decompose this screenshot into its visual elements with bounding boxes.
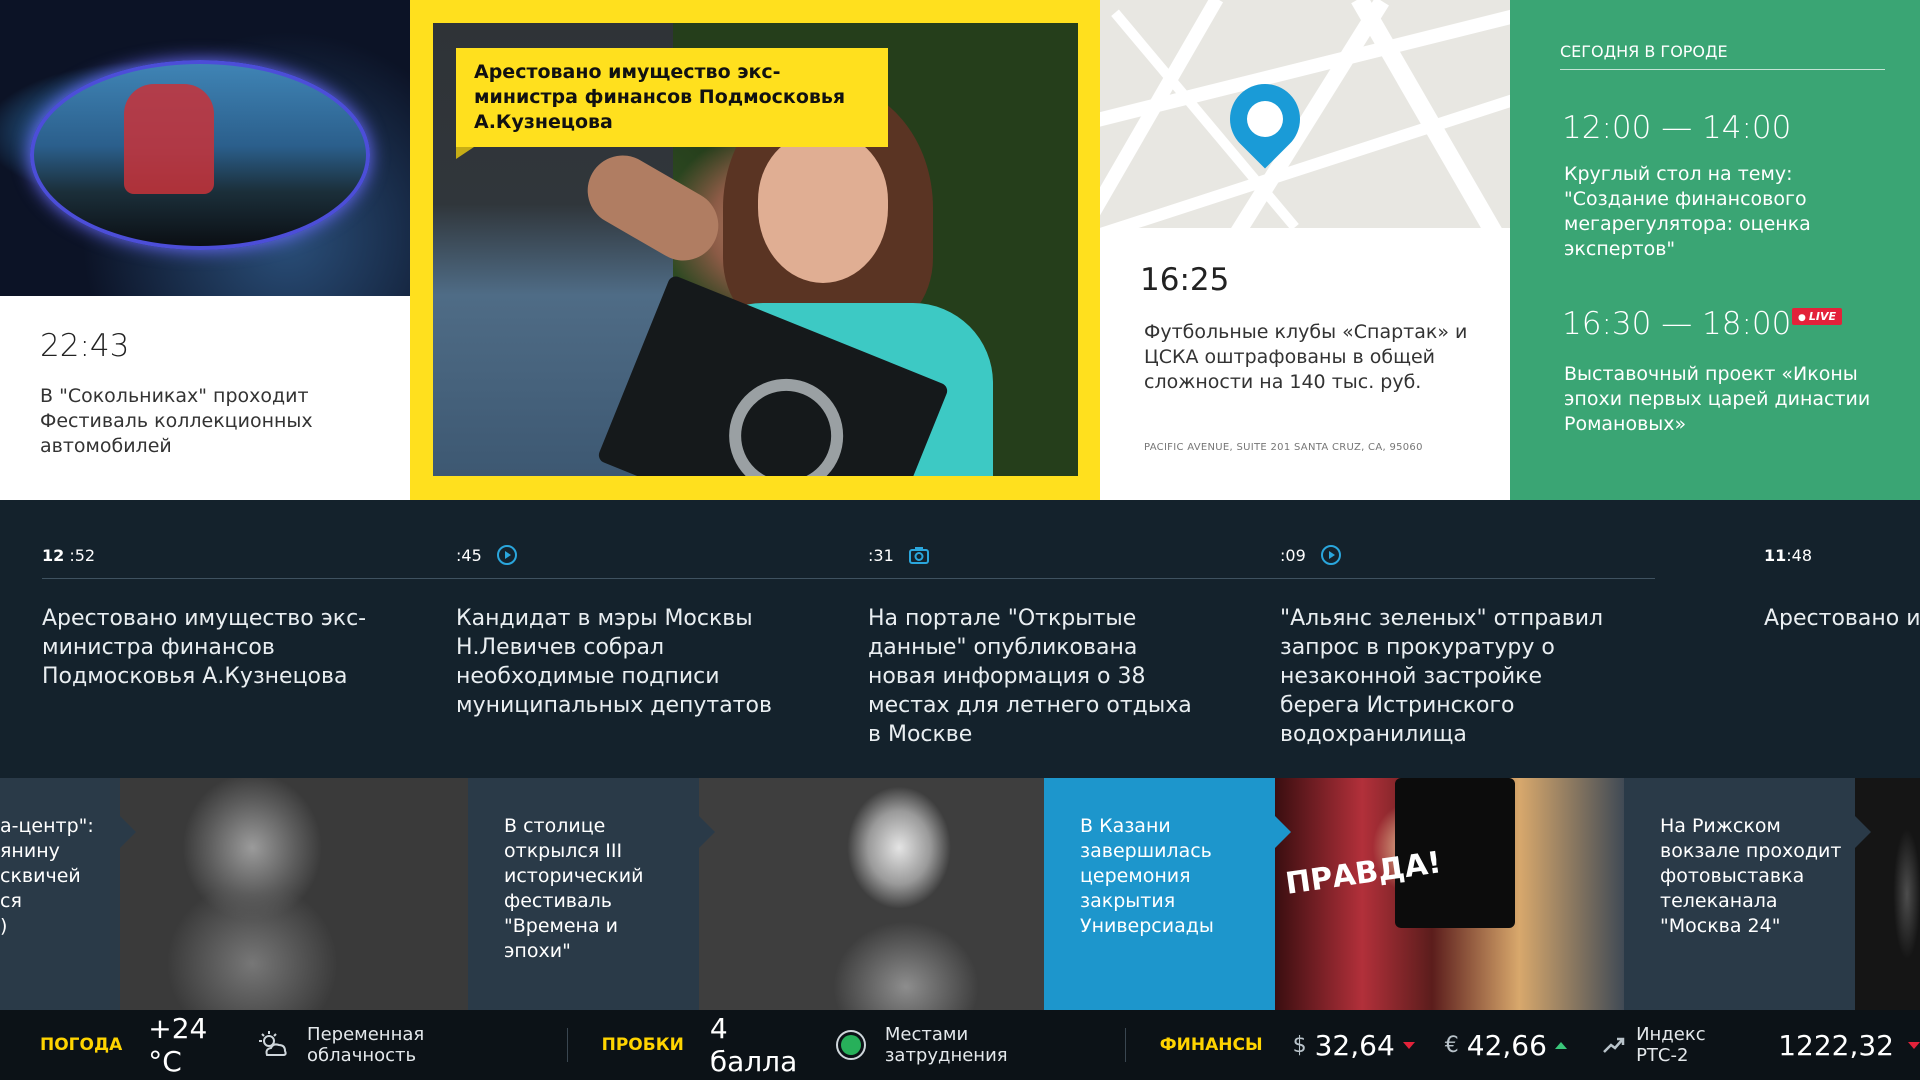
ticker-text: Кандидат в мэры Москвы Н.Левичев собрал … [456,606,772,718]
news-card-text: В "Сокольниках" проходит Фестиваль колле… [40,385,313,457]
cloudy-sun-icon [257,1029,289,1061]
traffic-light-icon [835,1029,867,1061]
city-events-title: СЕГОДНЯ В ГОРОДЕ [1560,42,1885,70]
ticker-item[interactable]: 12 :52 Арестовано имущество экс-министра… [42,540,372,691]
strip-photo-studio[interactable]: ПРАВДА! [1275,778,1624,1010]
ticker-item[interactable]: 11:48 Арестовано имущество экс-министра … [1764,540,1920,633]
ticker-timestamp: :31 [868,540,1198,570]
news-card-football[interactable]: 16:25 Футбольные клубы «Спартак» и ЦСКА … [1100,0,1510,500]
strip-arrow [120,816,136,848]
trend-up-icon [1554,1041,1567,1049]
divider [1124,1028,1126,1062]
map-thumbnail[interactable] [1100,0,1510,228]
strip-text: а-центр": янину сквичей ся ) [0,815,94,937]
strip-photo-tattoo[interactable] [120,778,468,1010]
strip-text-partial[interactable]: а-центр": янину сквичей ся ) [0,778,136,1010]
traffic-label: ПРОБКИ [601,1035,684,1055]
index-value: 1222,32 [1778,1028,1894,1062]
ticker-text: Арестовано имущество экс-министра финанс… [1764,606,1920,631]
event-time: 12:00 — 14:00 [1562,110,1792,146]
strip-item[interactable]: На Рижском вокзале проходит фотовыставка… [1624,778,1871,1010]
ticker-minute: :09 [1280,545,1306,565]
featured-news-card[interactable]: Арестовано имущество экс-министра финанс… [410,0,1100,500]
strip-item[interactable]: В столице открылся III исторический фест… [468,778,715,1010]
city-events-card: СЕГОДНЯ В ГОРОДЕ 12:00 — 14:00 Круглый с… [1510,0,1920,500]
ticker-minute: :48 [1786,545,1813,565]
strip-arrow [1855,816,1871,848]
eur-value: 42,66 [1466,1028,1547,1062]
weather-label: ПОГОДА [40,1035,123,1055]
eur-symbol: € [1444,1032,1459,1058]
ticker-timestamp: :45 [456,540,786,570]
weather-text: Переменная облачность [307,1024,425,1066]
trend-icon [1597,1029,1628,1061]
trend-down-icon [1402,1041,1415,1049]
featured-headline: Арестовано имущество экс-министра финанс… [456,48,888,159]
news-card-time: 16:25 [1140,262,1230,298]
divider [566,1028,568,1062]
temperature: +24 °C [148,1012,208,1078]
ticker-timestamp: :09 [1280,540,1610,570]
index-label: Индекс РТС-2 [1636,1024,1706,1066]
camera-icon[interactable] [908,544,930,566]
strip-arrow [699,816,715,848]
ticker-timestamp: 12 :52 [42,540,372,570]
ticker-item[interactable]: :09 "Альянс зеленых" отправил запрос в п… [1280,540,1610,749]
address: PACIFIC AVENUE, SUITE 201 SANTA CRUZ, CA… [1144,442,1423,453]
event-time: 16:30 — 18:00 [1562,306,1792,342]
finance-label: ФИНАНСЫ [1159,1035,1263,1055]
ticker-text: Арестовано имущество экс-министра финанс… [42,606,367,689]
photo-strip: а-центр": янину сквичей ся ) В столице о… [0,778,1920,1010]
usd-value: 32,64 [1314,1028,1395,1062]
strip-text: На Рижском вокзале проходит фотовыставка… [1660,815,1842,937]
jumbotron-ring [30,60,370,250]
info-bar: ПОГОДА +24 °C Переменная облачность ПРОБ… [0,1010,1920,1080]
strip-photo-singer[interactable] [699,778,1044,1010]
ticker-minute: :45 [456,545,482,565]
stadium-photo [0,0,410,296]
ticker-timestamp: 11:48 [1764,540,1920,570]
live-badge: LIVE [1792,308,1842,325]
top-cards-row: 22:43 В "Сокольниках" проходит Фестиваль… [0,0,1920,500]
event-text[interactable]: Выставочный проект «Иконы эпохи первых ц… [1564,362,1884,437]
traffic-value: 4 балла [709,1012,798,1078]
ticker-minute: :31 [868,545,894,565]
strip-text: В Казани завершилась церемония закрытия … [1080,815,1214,937]
ticker-item[interactable]: :45 Кандидат в мэры Москвы Н.Левичев соб… [456,540,786,720]
photo-face [758,133,888,283]
strip-arrow [1275,816,1291,848]
strip-item-active[interactable]: В Казани завершилась церемония закрытия … [1044,778,1291,1010]
event-text[interactable]: Круглый стол на тему: "Создание финансов… [1564,162,1884,262]
news-card-time: 22:43 [40,328,130,364]
ticker-text: "Альянс зеленых" отправил запрос в проку… [1280,606,1604,747]
news-ticker: 12 :52 Арестовано имущество экс-министра… [0,500,1920,778]
ticker-hour: 11 [1764,545,1787,565]
ticker-hour: 12 [42,545,65,565]
trend-down-icon [1907,1041,1920,1049]
news-card-festival[interactable]: 22:43 В "Сокольниках" проходит Фестиваль… [0,0,410,500]
traffic-text: Местами затруднения [884,1024,1008,1066]
play-icon[interactable] [496,544,518,566]
strip-text: В столице открылся III исторический фест… [504,815,644,962]
strip-photo-partial[interactable] [1855,778,1920,1010]
play-icon[interactable] [1320,544,1342,566]
ticker-minute: :52 [69,545,96,565]
ticker-item[interactable]: :31 На портале "Открытые данные" опублик… [868,540,1198,749]
ticker-text: На портале "Открытые данные" опубликован… [868,606,1192,747]
news-card-text: Футбольные клубы «Спартак» и ЦСКА оштраф… [1144,321,1468,393]
usd-symbol: $ [1292,1032,1307,1058]
